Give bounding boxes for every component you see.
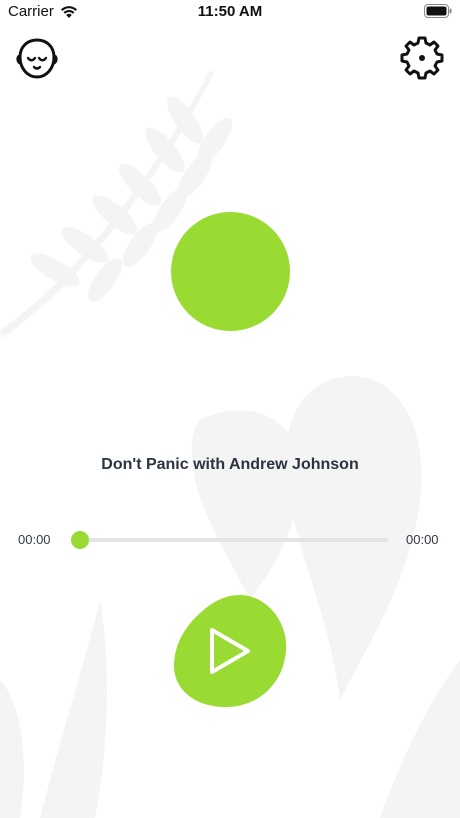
settings-button[interactable] [400,36,444,80]
meditation-face-icon [16,38,58,79]
status-time: 11:50 AM [197,3,263,20]
track-title: Don't Panic with Andrew Johnson [101,456,359,473]
elapsed-time: 00:00 [18,532,51,547]
profile-button[interactable] [15,36,59,80]
gear-icon [400,36,444,80]
status-bar: Carrier 11:50 AM [0,0,460,24]
progress-slider[interactable] [71,531,388,549]
play-button-blob [174,595,287,708]
progress-thumb[interactable] [71,531,89,549]
total-time: 00:00 [406,532,439,547]
breathing-circle [171,212,290,331]
play-button[interactable] [170,592,290,710]
battery-icon [424,4,452,18]
